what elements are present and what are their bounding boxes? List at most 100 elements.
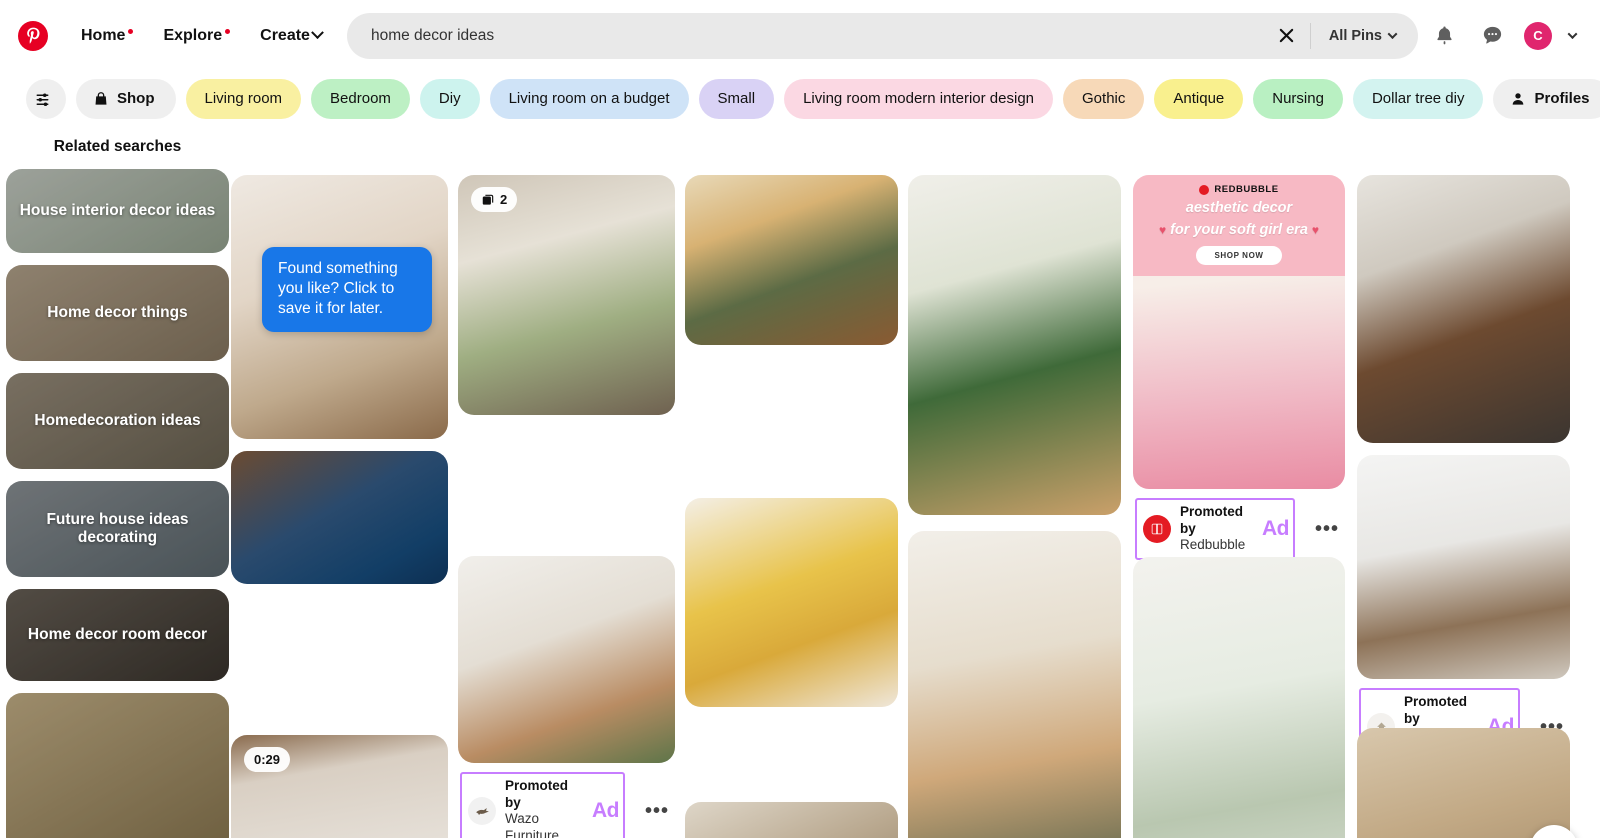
filter-chip-nursing[interactable]: Nursing: [1253, 78, 1343, 119]
chevron-down-icon: [311, 26, 324, 40]
search-results-area: Related searches House interior decor id…: [0, 126, 1600, 838]
pin-gallery-wall[interactable]: [685, 802, 898, 838]
pin-bathroom-shelves-skull[interactable]: 2: [458, 175, 675, 415]
filter-chip-bedroom[interactable]: Bedroom: [311, 78, 410, 119]
pin-image[interactable]: 0:29: [231, 735, 448, 838]
pin-image[interactable]: REDBUBBLE aesthetic decor ♥ for your soft …: [1133, 175, 1345, 489]
filter-chip-diy[interactable]: Diy: [419, 78, 480, 119]
filter-chip-label: Living room modern interior design: [803, 90, 1035, 107]
nav-home-label: Home: [81, 26, 126, 44]
filter-chip-living-room[interactable]: Living room: [185, 78, 302, 119]
pin-image[interactable]: [1357, 455, 1570, 679]
pin-image[interactable]: [685, 802, 898, 838]
related-searches-column: Related searches House interior decor id…: [6, 126, 229, 838]
promoted-attribution[interactable]: Promoted by Redbubble Ad: [1135, 498, 1295, 561]
pin-image[interactable]: [1133, 557, 1345, 838]
search-bar[interactable]: All Pins: [346, 12, 1418, 59]
bag-icon: [93, 91, 109, 107]
pin-video-room-tour[interactable]: 0:29: [231, 735, 448, 838]
related-search-card[interactable]: [6, 693, 229, 838]
filter-chip-profiles[interactable]: Profiles: [1493, 78, 1600, 119]
related-searches-list: House interior decor ideas Home decor thi…: [6, 169, 229, 838]
messages-button[interactable]: [1470, 14, 1514, 58]
account-menu-button[interactable]: [1558, 16, 1586, 56]
person-icon: [1510, 91, 1526, 107]
filter-chip-small[interactable]: Small: [698, 78, 775, 119]
promoted-row: Promoted by Redbubble Ad •••: [1133, 498, 1345, 561]
pin-image[interactable]: [231, 451, 448, 584]
sliders-icon: [35, 90, 53, 108]
redbubble-shop-now-button[interactable]: SHOP NOW: [1196, 245, 1282, 265]
search-input[interactable]: [370, 26, 1270, 45]
filter-chip-label: Small: [717, 90, 756, 107]
filter-chip-living-room-modern-interior-design[interactable]: Living room modern interior design: [784, 78, 1054, 119]
promoted-by-label: Promoted by: [1180, 504, 1244, 536]
related-search-card[interactable]: House interior decor ideas: [6, 169, 229, 253]
avatar[interactable]: C: [1524, 21, 1552, 50]
pin-ladder-shelf-plants[interactable]: Promoted by Wazo Furniture Ad •••: [458, 556, 675, 838]
nav-explore-label: Explore: [163, 26, 223, 44]
save-tooltip-callout[interactable]: Found something you like? Click to save …: [262, 247, 432, 333]
pin-ashley-bookshelf[interactable]: Promoted byAshley CanadaAd•••: [1357, 455, 1570, 767]
clear-search-button[interactable]: [1270, 19, 1304, 53]
filter-chip-dollar-tree-diy[interactable]: Dollar tree diy: [1352, 78, 1484, 119]
nav-create[interactable]: Create: [247, 18, 335, 54]
chevron-down-icon: [1387, 29, 1398, 40]
nav-create-label: Create: [260, 26, 310, 44]
video-duration-label: 0:29: [254, 752, 281, 767]
filter-chip-antique[interactable]: Antique: [1154, 78, 1244, 119]
pinterest-logo-icon[interactable]: [18, 20, 48, 51]
nav-home[interactable]: Home: [68, 18, 146, 54]
filter-chip-shop[interactable]: Shop: [76, 78, 176, 119]
top-header: Home Explore Create All Pins: [0, 0, 1600, 71]
related-search-label: Future house ideas decorating: [46, 510, 189, 546]
pin-floral-wallpaper-bathroom[interactable]: [1133, 557, 1345, 838]
related-search-card[interactable]: Home decor room decor: [6, 589, 229, 681]
pin-image[interactable]: [685, 175, 898, 345]
related-search-label: House interior decor ideas: [19, 201, 216, 219]
related-search-card[interactable]: Homedecoration ideas: [6, 373, 229, 469]
carousel-count-label: 2: [500, 192, 508, 207]
pin-green-sofa-rug[interactable]: [685, 175, 898, 345]
pin-black-frame-shower-bathroom[interactable]: [1357, 175, 1570, 443]
related-search-label: Home decor things: [47, 303, 188, 321]
nav-explore[interactable]: Explore: [150, 18, 243, 54]
pin-patio-string-lights[interactable]: [231, 451, 448, 584]
pin-living-room-beams[interactable]: Found something you like? Click to save …: [231, 175, 448, 439]
all-pins-dropdown[interactable]: All Pins: [1317, 20, 1412, 52]
filter-chip-label: Living room on a budget: [508, 90, 670, 107]
pin-yellow-arch-office[interactable]: [685, 498, 898, 707]
pin-rattan-pendant-green-sofa[interactable]: [908, 531, 1121, 838]
pin-masonry-grid: Related searches House interior decor id…: [6, 126, 1590, 838]
pin-redbubble-soft-girl-bedroom[interactable]: REDBUBBLE aesthetic decor ♥ for your soft …: [1133, 175, 1345, 561]
filter-chip-row[interactable]: Shop Living room Bedroom Diy Living room on …: [0, 71, 1600, 126]
pin-image[interactable]: [458, 817, 675, 838]
pin-image[interactable]: [1357, 175, 1570, 443]
related-search-card[interactable]: Home decor things: [6, 265, 229, 361]
nav-home-dot-icon: [128, 28, 134, 34]
pin-more-options-button[interactable]: •••: [1309, 519, 1345, 539]
pin-image[interactable]: [685, 498, 898, 707]
pin-woven-texture[interactable]: [458, 817, 675, 838]
redbubble-brand-line: REDBUBBLE: [1139, 184, 1339, 195]
related-search-card[interactable]: Future house ideas decorating: [6, 481, 229, 577]
pin-more-options-button[interactable]: •••: [639, 801, 675, 821]
pin-boho-gallery-wall-tan[interactable]: [1357, 728, 1570, 838]
filter-chip-gothic[interactable]: Gothic: [1063, 78, 1145, 119]
filter-chip-living-room-on-a-budget[interactable]: Living room on a budget: [489, 78, 689, 119]
filter-chip-label: Antique: [1173, 90, 1225, 107]
chevron-down-icon: [1567, 29, 1577, 40]
promoted-by-label: Promoted by: [1404, 694, 1468, 726]
pin-image[interactable]: [908, 175, 1121, 515]
pin-image[interactable]: [458, 556, 675, 763]
pin-image[interactable]: 2: [458, 175, 675, 415]
notifications-button[interactable]: [1422, 14, 1466, 58]
filter-chip-sliders-icon[interactable]: [26, 78, 66, 119]
related-search-label: Homedecoration ideas: [34, 411, 201, 429]
bell-icon: [1436, 26, 1452, 45]
filter-chip-label: Dollar tree diy: [1371, 90, 1465, 107]
pin-image[interactable]: [1357, 728, 1570, 838]
promoted-by-label: Promoted by: [505, 778, 569, 810]
pin-image[interactable]: [908, 531, 1121, 838]
pin-plant-desk-green-chair[interactable]: [908, 175, 1121, 515]
